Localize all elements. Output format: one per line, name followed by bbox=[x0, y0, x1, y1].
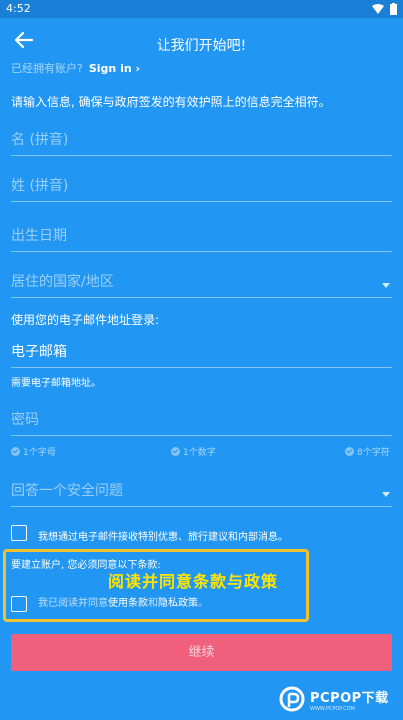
dob-placeholder: 出生日期 bbox=[11, 228, 67, 244]
password-rule: 1个数字 bbox=[171, 445, 216, 458]
dropdown-caret-icon bbox=[382, 492, 390, 497]
email-prompt: 使用您的电子邮件地址登录: bbox=[11, 313, 160, 327]
country-placeholder: 居住的国家/地区 bbox=[11, 274, 114, 290]
check-circle-icon bbox=[171, 447, 180, 456]
status-bar: 4:52 bbox=[0, 0, 403, 18]
dob-field[interactable]: 出生日期 bbox=[11, 222, 392, 252]
password-field[interactable]: 密码 bbox=[11, 406, 392, 436]
continue-button[interactable]: 继续 bbox=[11, 634, 392, 671]
page-title: 让我们开始吧! bbox=[156, 38, 247, 54]
intro-text: 请输入信息, 确保与政府签发的有效护照上的信息完全相符。 bbox=[11, 95, 331, 109]
signin-row: 已经拥有账户? Sign in › bbox=[11, 60, 140, 76]
terms-of-use-link[interactable]: 使用条款 bbox=[108, 598, 148, 609]
watermark-brand: PCPOP下载 bbox=[310, 690, 389, 706]
check-circle-icon bbox=[345, 447, 354, 456]
annotation-text: 阅读并同意条款与政策 bbox=[108, 572, 279, 591]
status-icons bbox=[372, 3, 397, 15]
password-placeholder: 密码 bbox=[11, 412, 39, 428]
app-header: 让我们开始吧! bbox=[0, 18, 403, 66]
signin-prompt: 已经拥有账户? bbox=[11, 62, 83, 75]
first-name-field[interactable]: 名 (拼音) bbox=[11, 126, 392, 156]
first-name-placeholder: 名 (拼音) bbox=[11, 132, 69, 148]
country-select[interactable]: 居住的国家/地区 bbox=[11, 268, 392, 298]
security-question-select[interactable]: 回答一个安全问题 bbox=[11, 477, 392, 507]
terms-agree-text: 我已阅读并同意使用条款和隐私政策。 bbox=[38, 598, 208, 609]
chevron-right-icon: › bbox=[135, 62, 141, 75]
email-value: 电子邮箱 bbox=[11, 344, 67, 360]
email-help-text: 需要电子邮箱地址。 bbox=[11, 378, 101, 389]
wifi-icon bbox=[372, 4, 384, 14]
last-name-field[interactable]: 姓 (拼音) bbox=[11, 172, 392, 202]
watermark-url: WWW.PCPOP.COM bbox=[310, 705, 355, 712]
password-rules: 1个字母 1个数字 8个字符 bbox=[11, 445, 392, 459]
last-name-placeholder: 姓 (拼音) bbox=[11, 178, 69, 194]
security-question-placeholder: 回答一个安全问题 bbox=[11, 483, 123, 499]
privacy-policy-link[interactable]: 隐私政策 bbox=[158, 598, 198, 609]
watermark: PCPOP下载 WWW.PCPOP.COM bbox=[278, 685, 389, 713]
pcpop-logo-icon bbox=[279, 686, 305, 712]
password-rule: 1个字母 bbox=[11, 445, 56, 458]
password-rule: 8个字符 bbox=[345, 445, 390, 458]
signin-link[interactable]: Sign in › bbox=[89, 62, 140, 75]
dropdown-caret-icon bbox=[382, 283, 390, 288]
email-field[interactable]: 电子邮箱 bbox=[11, 338, 392, 368]
check-circle-icon bbox=[11, 447, 20, 456]
battery-icon bbox=[390, 3, 397, 15]
marketing-checkbox[interactable] bbox=[11, 525, 27, 541]
terms-checkbox[interactable] bbox=[11, 596, 27, 612]
marketing-label: 我想通过电子邮件接收特别优惠、旅行建议和内部消息。 bbox=[38, 532, 288, 543]
status-time: 4:52 bbox=[6, 2, 31, 15]
